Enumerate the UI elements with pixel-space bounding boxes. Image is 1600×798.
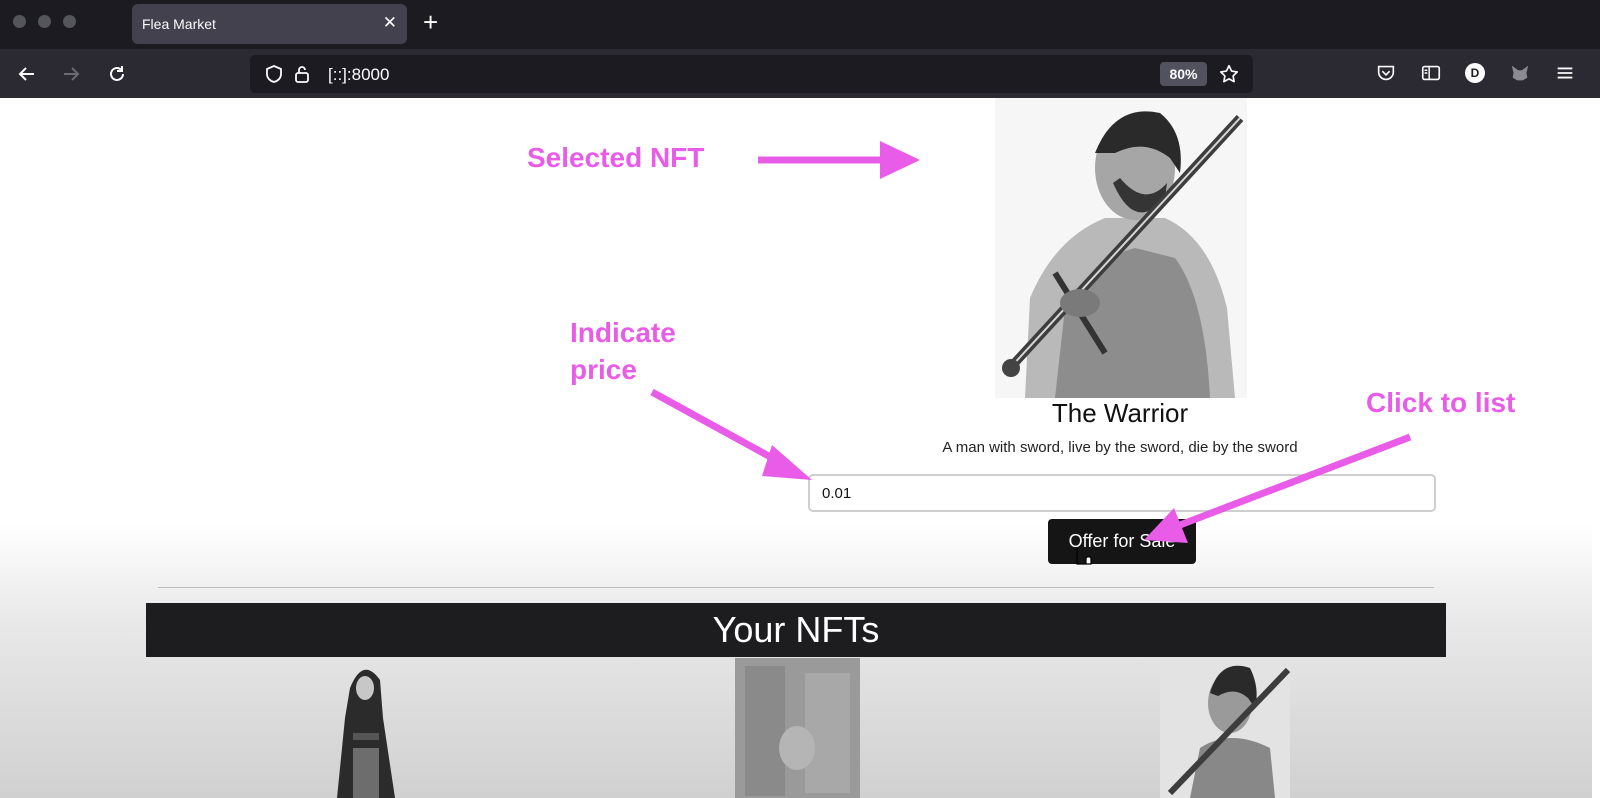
nft-thumbnail-warrior[interactable]	[1160, 658, 1290, 798]
page-content: The Warrior A man with sword, live by th…	[0, 98, 1600, 798]
shield-icon[interactable]	[264, 64, 284, 84]
nft-thumbnail-painting[interactable]	[735, 658, 860, 798]
zoom-level-badge[interactable]: 80%	[1160, 62, 1207, 86]
sidebar-icon[interactable]	[1419, 61, 1443, 85]
new-tab-icon[interactable]: +	[423, 6, 438, 38]
pocket-icon[interactable]	[1374, 61, 1398, 85]
warrior-nft-image	[995, 98, 1247, 398]
tab-title: Flea Market	[142, 16, 216, 32]
forward-button[interactable]	[56, 59, 86, 89]
window-close-dot[interactable]	[13, 15, 26, 28]
back-button[interactable]	[12, 59, 42, 89]
browser-tab[interactable]: Flea Market ✕	[132, 4, 407, 44]
back-arrow-icon	[18, 67, 34, 81]
nft-title: The Warrior	[1051, 398, 1189, 428]
menu-icon[interactable]	[1553, 61, 1577, 85]
tab-close-icon[interactable]: ✕	[383, 13, 397, 33]
account-avatar[interactable]: D	[1465, 63, 1485, 83]
metamask-fox-icon[interactable]	[1508, 61, 1532, 85]
window-zoom-dot[interactable]	[63, 15, 76, 28]
url-text[interactable]: [::]:8000	[328, 65, 389, 85]
tab-bar: Flea Market ✕ +	[0, 0, 1600, 48]
url-bar[interactable]: [::]:8000 80%	[250, 55, 1253, 93]
page-scrollbar[interactable]	[1592, 98, 1600, 798]
annotation-click-to-list: Click to list	[1366, 387, 1516, 418]
annotation-selected-nft: Selected NFT	[527, 142, 705, 173]
bookmark-star-icon[interactable]	[1218, 63, 1240, 85]
annotation-price: price	[570, 354, 637, 385]
annotation-indicate: Indicate	[570, 317, 676, 348]
price-input[interactable]	[808, 474, 1436, 512]
reload-icon	[110, 66, 124, 81]
forward-arrow-icon	[64, 67, 80, 81]
reload-button[interactable]	[102, 59, 132, 89]
window-minimize-dot[interactable]	[38, 15, 51, 28]
lock-icon[interactable]	[292, 64, 312, 84]
offer-for-sale-button[interactable]: Offer for Sale	[1048, 519, 1196, 564]
your-nfts-header: Your NFTs	[146, 603, 1446, 657]
nav-bar: [::]:8000 80% D	[0, 48, 1600, 98]
nft-description: A man with sword, live by the sword, die…	[942, 439, 1298, 456]
divider	[158, 587, 1434, 588]
nft-thumbnail-hooded-figure[interactable]	[315, 658, 415, 798]
